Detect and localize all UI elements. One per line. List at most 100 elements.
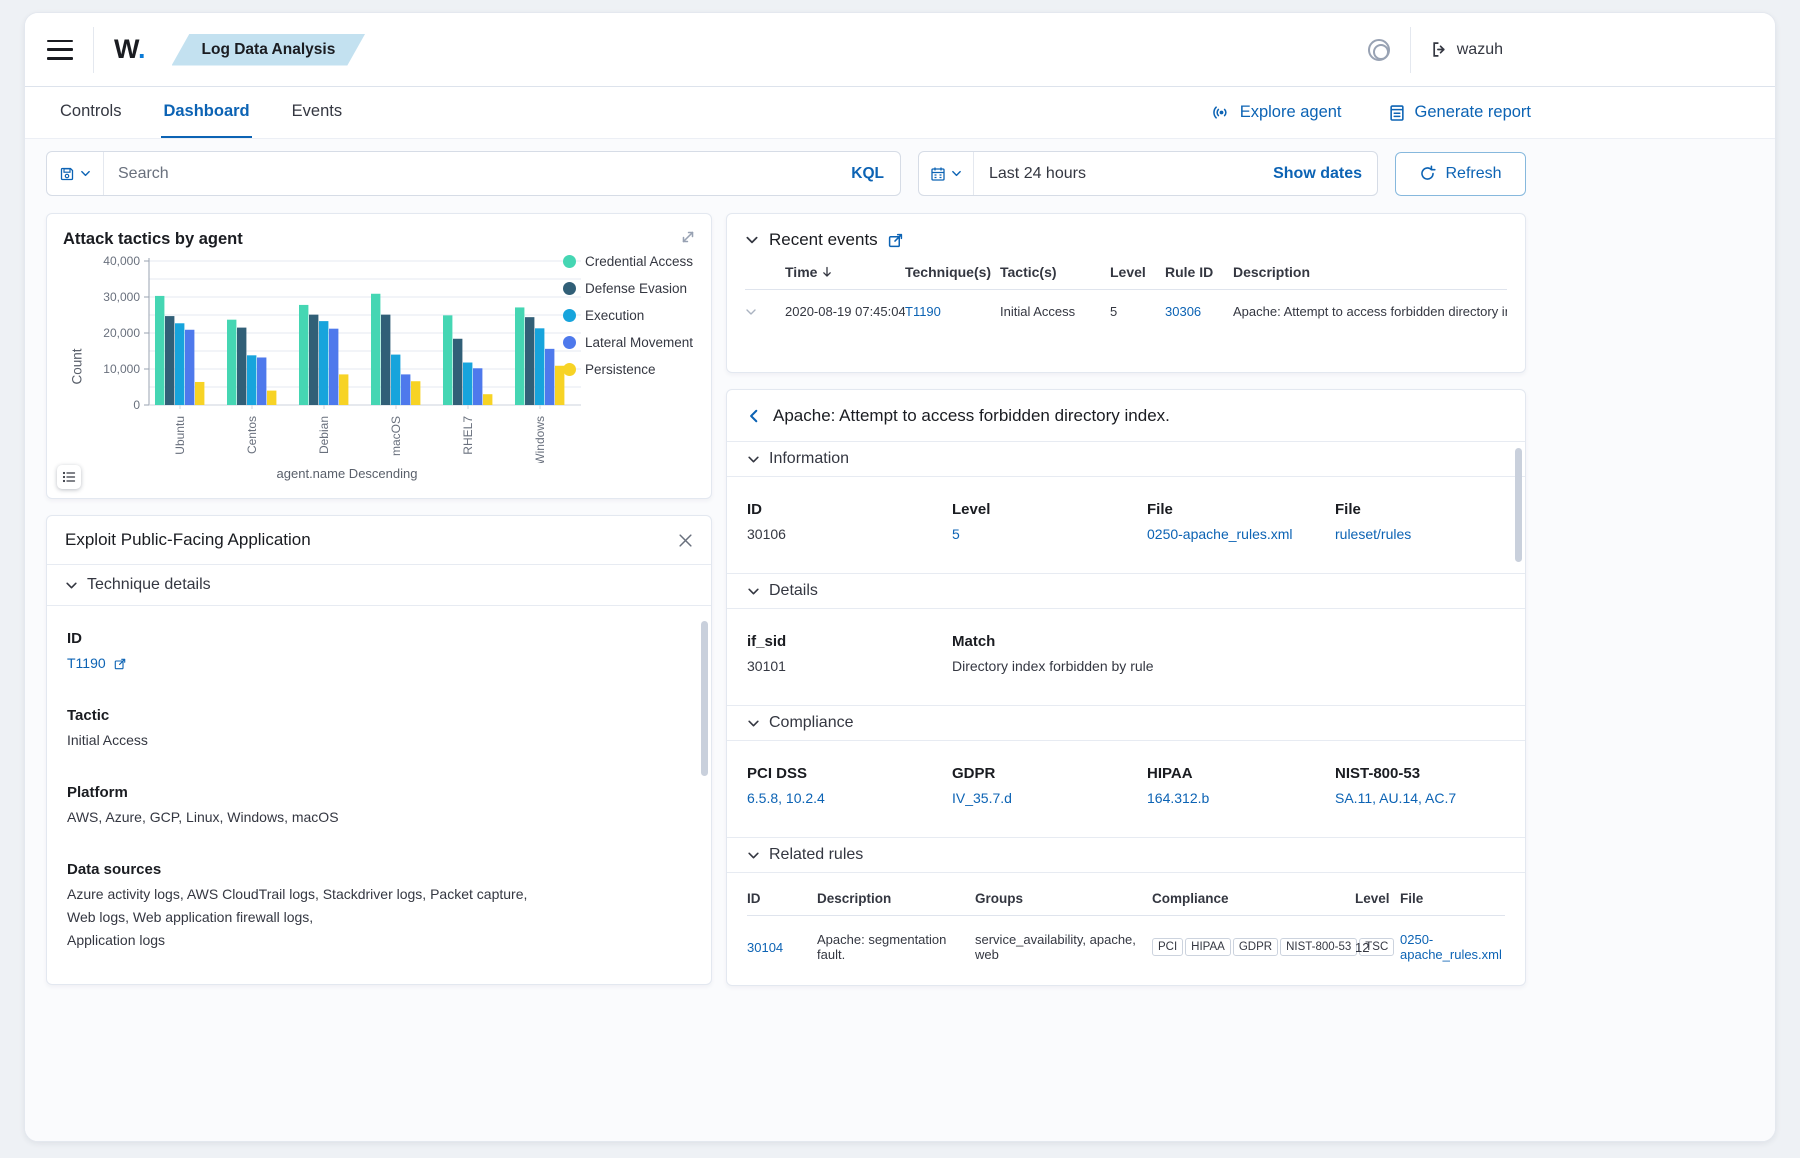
legend-label: Execution	[585, 308, 644, 323]
status-ring-icon[interactable]	[1368, 39, 1390, 61]
bar-Windows-Defense Evasion[interactable]	[525, 317, 534, 405]
rule-file-link[interactable]: 0250-apache_rules.xml	[1147, 526, 1293, 542]
bar-Debian-Execution[interactable]	[319, 321, 328, 405]
rule-path-link[interactable]: ruleset/rules	[1335, 526, 1411, 542]
menu-icon[interactable]	[47, 40, 73, 60]
row-expand-chevron-icon[interactable]	[745, 306, 757, 318]
bar-RHEL7-Lateral Movement[interactable]	[473, 368, 482, 405]
bar-Ubuntu-Lateral Movement[interactable]	[185, 330, 194, 405]
rule-level-link[interactable]: 5	[952, 526, 960, 542]
bar-Windows-Lateral Movement[interactable]	[545, 349, 554, 405]
chevron-down-icon[interactable]	[745, 233, 759, 247]
col-rule-id[interactable]: Rule ID	[1165, 264, 1233, 280]
related-rule-description: Apache: segmentation fault.	[817, 932, 975, 962]
wazuh-logo[interactable]: W.	[114, 34, 146, 65]
legend-toggle-button[interactable]	[57, 465, 81, 489]
scrollbar-thumb[interactable]	[1515, 448, 1522, 562]
legend-item[interactable]: Execution	[563, 308, 709, 323]
explore-agent-button[interactable]: Explore agent	[1212, 103, 1342, 122]
event-rule-id-link[interactable]: 30306	[1165, 304, 1201, 319]
rule-id-value: 30106	[747, 524, 952, 545]
generate-report-button[interactable]: Generate report	[1388, 103, 1531, 122]
dashboard-content: KQL Last 24 hours Show dates Refresh	[25, 139, 1775, 1141]
event-technique-link[interactable]: T1190	[905, 304, 941, 319]
legend-item[interactable]: Persistence	[563, 362, 709, 377]
details-section-toggle[interactable]: Details	[727, 573, 1525, 609]
rule-detail-title: Apache: Attempt to access forbidden dire…	[773, 406, 1170, 426]
breadcrumb[interactable]: Log Data Analysis	[172, 34, 366, 66]
saved-queries-button[interactable]	[47, 152, 104, 195]
technique-details-toggle[interactable]: Technique details	[47, 565, 711, 606]
bar-Centos-Credential Access[interactable]	[227, 320, 236, 405]
related-rule-file-link[interactable]: 0250-apache_rules.xml	[1400, 932, 1502, 962]
recent-events-title: Recent events	[769, 230, 878, 250]
event-row[interactable]: 2020-08-19 07:45:04 T1190 Initial Access…	[745, 304, 1507, 319]
tab-events[interactable]: Events	[290, 87, 344, 138]
bar-Debian-Defense Evasion[interactable]	[309, 315, 318, 405]
bar-Ubuntu-Execution[interactable]	[175, 323, 184, 405]
sort-desc-icon	[821, 266, 833, 278]
gdpr-link[interactable]: IV_35.7.d	[952, 790, 1012, 806]
logout-button[interactable]: wazuh	[1431, 41, 1503, 59]
hipaa-link[interactable]: 164.312.b	[1147, 790, 1209, 806]
calendar-button[interactable]	[919, 152, 974, 195]
bar-Ubuntu-Persistence[interactable]	[195, 382, 204, 405]
bar-Ubuntu-Defense Evasion[interactable]	[165, 316, 174, 405]
bar-macOS-Persistence[interactable]	[411, 381, 420, 405]
badge-nist: NIST-800-53	[1280, 938, 1357, 956]
tab-controls[interactable]: Controls	[58, 87, 123, 138]
related-rules-section-toggle[interactable]: Related rules	[727, 837, 1525, 873]
tab-dashboard[interactable]: Dashboard	[161, 87, 251, 138]
search-input[interactable]	[104, 165, 835, 183]
refresh-button[interactable]: Refresh	[1395, 152, 1526, 196]
legend-item[interactable]: Defense Evasion	[563, 281, 709, 296]
bar-Centos-Defense Evasion[interactable]	[237, 328, 246, 405]
bar-Centos-Persistence[interactable]	[267, 391, 276, 405]
bar-Centos-Lateral Movement[interactable]	[257, 357, 266, 405]
query-bar: KQL Last 24 hours Show dates Refresh	[46, 151, 1526, 196]
event-time: 2020-08-19 07:45:04	[785, 304, 905, 319]
date-picker: Last 24 hours Show dates	[918, 151, 1378, 196]
nist-link[interactable]: SA.11, AU.14, AC.7	[1335, 790, 1456, 806]
related-rule-row[interactable]: 30104 Apache: segmentation fault. servic…	[747, 932, 1505, 962]
bar-macOS-Execution[interactable]	[391, 355, 400, 405]
time-range-value[interactable]: Last 24 hours	[974, 165, 1086, 183]
legend-item[interactable]: Lateral Movement	[563, 335, 709, 350]
legend-label: Lateral Movement	[585, 335, 693, 350]
related-rule-id-link[interactable]: 30104	[747, 940, 783, 955]
bar-RHEL7-Defense Evasion[interactable]	[453, 339, 462, 405]
related-rules-header: ID Description Groups Compliance Level F…	[747, 883, 1505, 916]
compliance-section-toggle[interactable]: Compliance	[727, 705, 1525, 741]
bar-Debian-Credential Access[interactable]	[299, 305, 308, 405]
col-time[interactable]: Time	[785, 264, 905, 280]
scrollbar-thumb[interactable]	[701, 621, 708, 776]
bar-macOS-Credential Access[interactable]	[371, 294, 380, 405]
pci-link[interactable]: 6.5.8, 10.2.4	[747, 790, 825, 806]
bar-Debian-Lateral Movement[interactable]	[329, 329, 338, 405]
expand-icon[interactable]	[679, 228, 697, 246]
legend-item[interactable]: Credential Access	[563, 254, 709, 269]
technique-id-link[interactable]: T1190	[67, 655, 106, 671]
kql-button[interactable]: KQL	[835, 165, 900, 183]
close-icon[interactable]	[678, 533, 693, 548]
show-dates-button[interactable]: Show dates	[1258, 165, 1377, 183]
back-chevron-icon[interactable]	[747, 409, 761, 423]
bar-Debian-Persistence[interactable]	[339, 374, 348, 405]
list-icon	[62, 470, 76, 484]
col-tactics[interactable]: Tactic(s)	[1000, 264, 1110, 280]
bar-RHEL7-Credential Access[interactable]	[443, 315, 452, 405]
bar-Windows-Execution[interactable]	[535, 328, 544, 405]
information-section-toggle[interactable]: Information	[727, 441, 1525, 477]
bar-RHEL7-Persistence[interactable]	[483, 394, 492, 405]
legend-label: Credential Access	[585, 254, 693, 269]
bar-Ubuntu-Credential Access[interactable]	[155, 296, 164, 405]
bar-RHEL7-Execution[interactable]	[463, 363, 472, 405]
bar-macOS-Lateral Movement[interactable]	[401, 374, 410, 405]
bar-Centos-Execution[interactable]	[247, 355, 256, 405]
col-level[interactable]: Level	[1110, 264, 1165, 280]
external-link-icon[interactable]	[888, 233, 903, 248]
col-description[interactable]: Description	[1233, 264, 1507, 280]
col-techniques[interactable]: Technique(s)	[905, 264, 1000, 280]
bar-macOS-Defense Evasion[interactable]	[381, 315, 390, 405]
bar-Windows-Credential Access[interactable]	[515, 307, 524, 405]
